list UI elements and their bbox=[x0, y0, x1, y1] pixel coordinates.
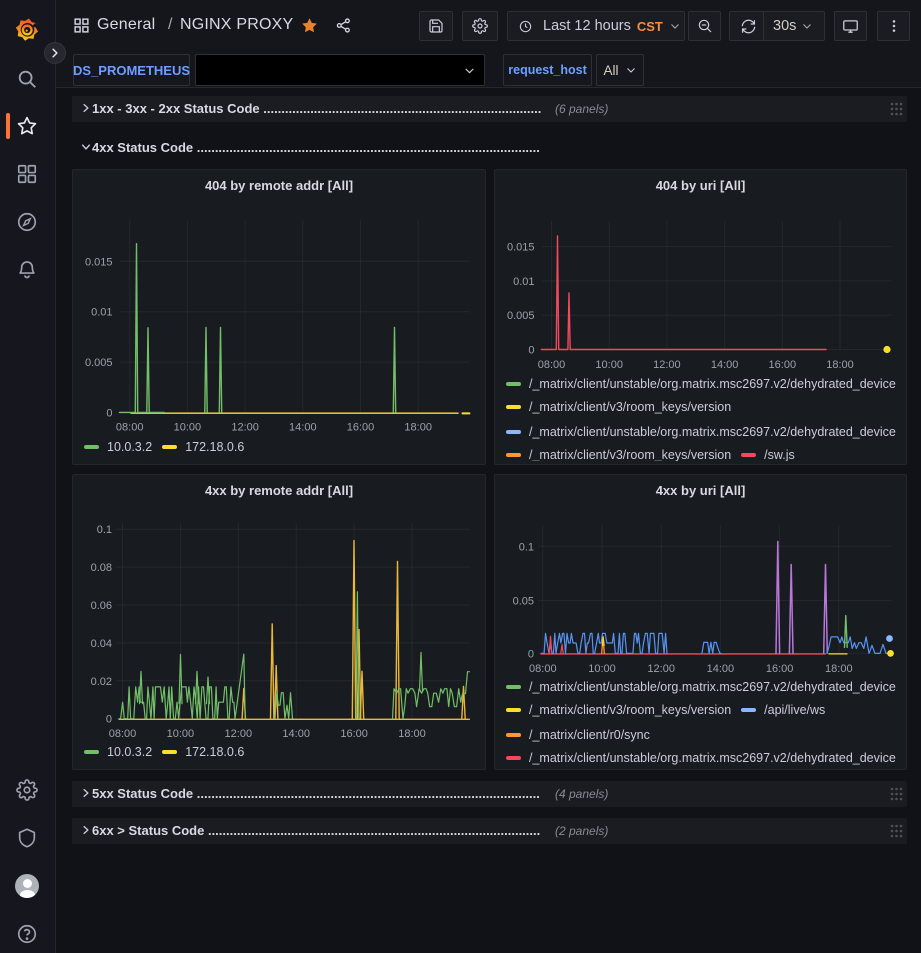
svg-text:08:00: 08:00 bbox=[109, 728, 137, 740]
svg-text:0.005: 0.005 bbox=[85, 357, 113, 369]
svg-text:18:00: 18:00 bbox=[404, 422, 432, 434]
svg-text:0.1: 0.1 bbox=[97, 524, 112, 536]
svg-text:0: 0 bbox=[528, 648, 534, 660]
svg-text:0.015: 0.015 bbox=[507, 242, 535, 254]
svg-text:0.02: 0.02 bbox=[91, 676, 112, 688]
svg-text:0.01: 0.01 bbox=[513, 276, 534, 288]
svg-text:18:00: 18:00 bbox=[826, 359, 854, 371]
svg-text:16:00: 16:00 bbox=[340, 728, 368, 740]
svg-text:16:00: 16:00 bbox=[347, 422, 375, 434]
svg-text:0.05: 0.05 bbox=[513, 596, 534, 608]
svg-text:0.015: 0.015 bbox=[85, 256, 113, 268]
svg-text:10:00: 10:00 bbox=[167, 728, 195, 740]
svg-text:14:00: 14:00 bbox=[282, 728, 310, 740]
svg-text:10:00: 10:00 bbox=[588, 663, 616, 675]
svg-text:10:00: 10:00 bbox=[174, 422, 202, 434]
svg-text:0: 0 bbox=[528, 345, 534, 357]
svg-text:16:00: 16:00 bbox=[766, 663, 794, 675]
svg-text:0.1: 0.1 bbox=[519, 541, 534, 553]
svg-text:12:00: 12:00 bbox=[653, 359, 681, 371]
svg-text:0: 0 bbox=[106, 714, 112, 726]
svg-text:0.005: 0.005 bbox=[507, 310, 535, 322]
svg-text:14:00: 14:00 bbox=[289, 422, 317, 434]
svg-text:12:00: 12:00 bbox=[225, 728, 253, 740]
svg-text:18:00: 18:00 bbox=[825, 663, 853, 675]
svg-text:14:00: 14:00 bbox=[711, 359, 739, 371]
svg-text:12:00: 12:00 bbox=[231, 422, 259, 434]
svg-text:0.04: 0.04 bbox=[91, 638, 112, 650]
svg-text:08:00: 08:00 bbox=[538, 359, 566, 371]
svg-text:0.01: 0.01 bbox=[91, 307, 112, 319]
svg-text:0.08: 0.08 bbox=[91, 562, 112, 574]
svg-text:0.06: 0.06 bbox=[91, 600, 112, 612]
svg-text:18:00: 18:00 bbox=[398, 728, 426, 740]
svg-text:16:00: 16:00 bbox=[769, 359, 797, 371]
svg-text:12:00: 12:00 bbox=[647, 663, 675, 675]
svg-text:08:00: 08:00 bbox=[116, 422, 144, 434]
svg-text:14:00: 14:00 bbox=[707, 663, 735, 675]
svg-text:10:00: 10:00 bbox=[595, 359, 623, 371]
svg-text:0: 0 bbox=[106, 407, 112, 419]
svg-text:08:00: 08:00 bbox=[529, 663, 557, 675]
